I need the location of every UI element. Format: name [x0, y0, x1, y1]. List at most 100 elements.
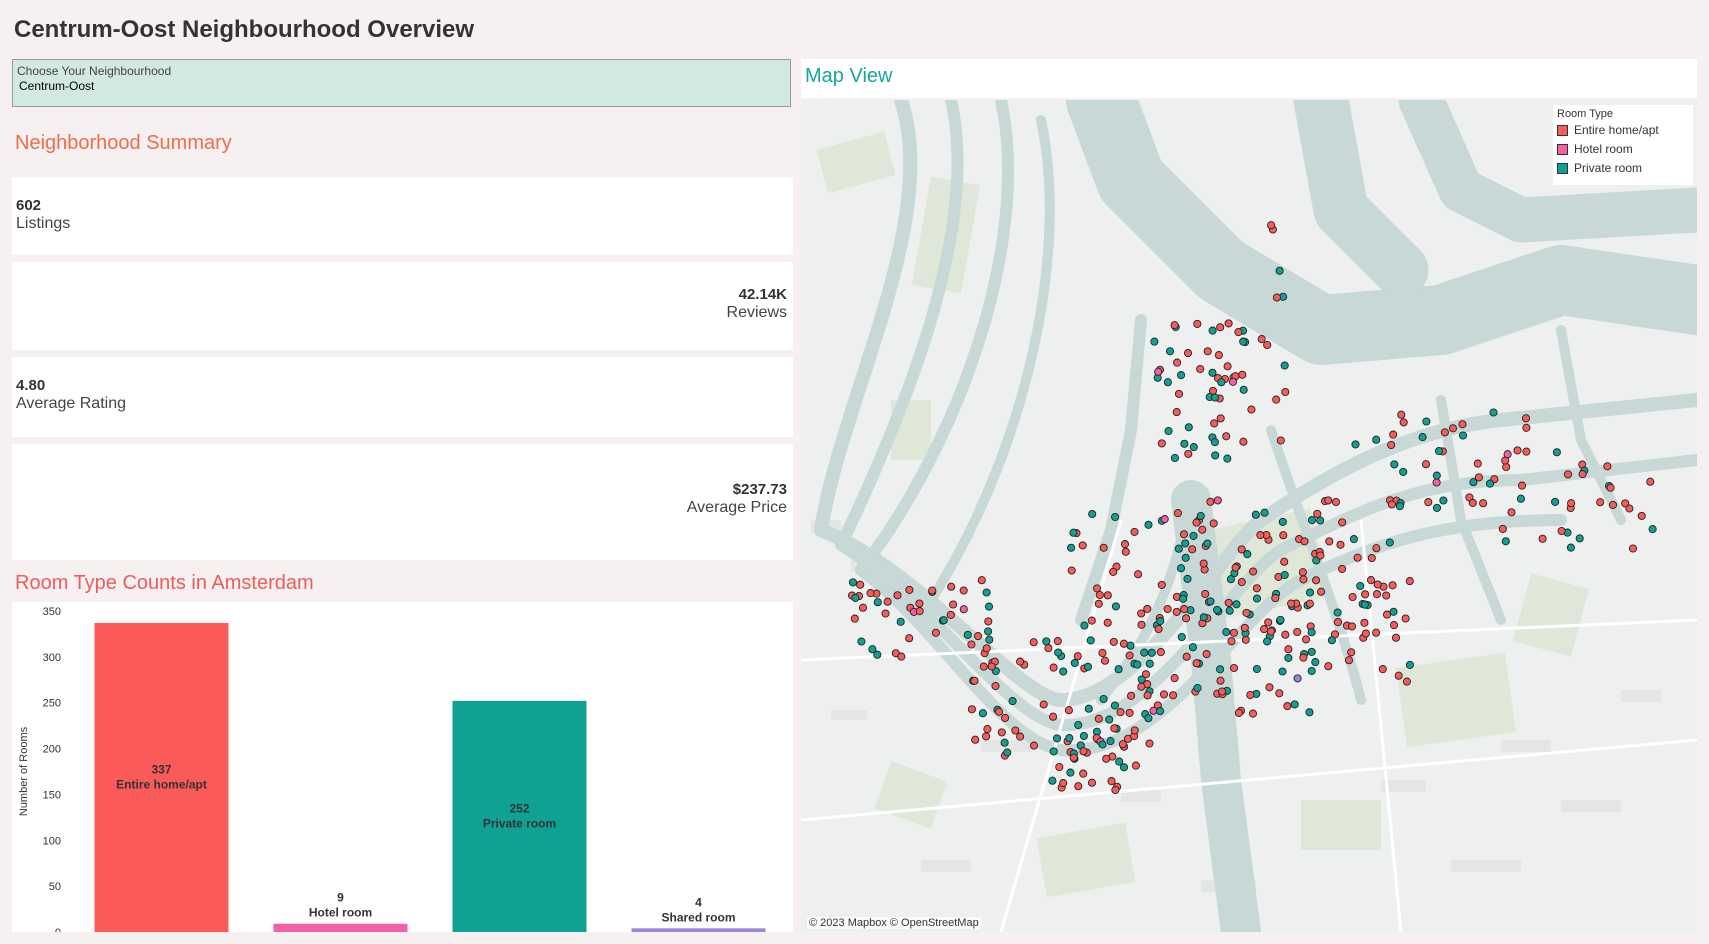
- listing-point[interactable]: [984, 617, 993, 626]
- listing-point[interactable]: [1578, 470, 1587, 479]
- listing-point[interactable]: [1216, 414, 1225, 423]
- listing-point[interactable]: [1003, 748, 1012, 757]
- listing-point[interactable]: [1229, 663, 1239, 673]
- listing-point[interactable]: [1434, 446, 1444, 456]
- listing-point[interactable]: [1174, 389, 1184, 398]
- listing-point[interactable]: [1154, 367, 1163, 376]
- listing-point[interactable]: [1218, 687, 1227, 696]
- listing-point[interactable]: [1116, 708, 1125, 717]
- listing-point[interactable]: [1557, 526, 1566, 536]
- listing-point[interactable]: [1338, 564, 1347, 573]
- listing-point[interactable]: [1083, 662, 1093, 671]
- listing-point[interactable]: [1348, 592, 1357, 602]
- listing-point[interactable]: [971, 735, 980, 744]
- listing-point[interactable]: [1227, 637, 1236, 646]
- listing-point[interactable]: [1184, 423, 1193, 432]
- listing-point[interactable]: [896, 617, 905, 626]
- listing-point[interactable]: [1111, 602, 1120, 611]
- listing-point[interactable]: [1181, 553, 1190, 562]
- listing-point[interactable]: [1103, 591, 1112, 600]
- listing-point[interactable]: [1395, 502, 1404, 511]
- listing-point[interactable]: [1069, 753, 1078, 762]
- listing-point[interactable]: [1264, 618, 1273, 627]
- listing-point[interactable]: [1120, 540, 1130, 549]
- listing-point[interactable]: [1176, 564, 1186, 573]
- listing-point[interactable]: [915, 607, 924, 616]
- listing-point[interactable]: [1049, 712, 1058, 721]
- listing-point[interactable]: [1189, 531, 1198, 540]
- listing-point[interactable]: [1216, 676, 1225, 685]
- listing-point[interactable]: [1256, 531, 1265, 540]
- listing-point[interactable]: [1298, 568, 1307, 577]
- listing-point[interactable]: [1336, 540, 1345, 549]
- listing-point[interactable]: [1238, 370, 1247, 379]
- listing-point[interactable]: [928, 586, 937, 595]
- listing-point[interactable]: [1307, 647, 1316, 656]
- listing-point[interactable]: [982, 732, 991, 741]
- listing-point[interactable]: [1079, 769, 1088, 778]
- listing-point[interactable]: [1501, 537, 1510, 546]
- listing-point[interactable]: [1367, 553, 1376, 563]
- listing-point[interactable]: [1353, 553, 1362, 562]
- listing-point[interactable]: [1424, 498, 1433, 507]
- listing-point[interactable]: [1188, 545, 1197, 554]
- listing-point[interactable]: [1305, 708, 1314, 717]
- listing-point[interactable]: [1373, 580, 1382, 589]
- listing-point[interactable]: [1266, 627, 1275, 636]
- listing-point[interactable]: [959, 586, 968, 595]
- listing-point[interactable]: [1225, 606, 1234, 615]
- listing-point[interactable]: [1064, 706, 1073, 715]
- listing-point[interactable]: [1234, 708, 1243, 717]
- listing-point[interactable]: [1237, 577, 1246, 587]
- listing-point[interactable]: [1198, 525, 1207, 534]
- listing-point[interactable]: [1170, 453, 1179, 463]
- listing-point[interactable]: [1147, 648, 1156, 657]
- listing-point[interactable]: [1177, 371, 1186, 380]
- listing-point[interactable]: [931, 628, 940, 637]
- listing-point[interactable]: [1222, 627, 1231, 637]
- listing-point[interactable]: [1440, 428, 1449, 437]
- listing-point[interactable]: [1094, 599, 1103, 608]
- listing-point[interactable]: [1199, 559, 1208, 568]
- listing-point[interactable]: [1074, 720, 1083, 730]
- listing-point[interactable]: [1522, 423, 1531, 432]
- listing-point[interactable]: [1130, 726, 1139, 735]
- listing-point[interactable]: [1059, 667, 1068, 676]
- listing-point[interactable]: [1325, 537, 1334, 546]
- listing-point[interactable]: [1114, 665, 1123, 674]
- listing-point[interactable]: [1196, 364, 1205, 374]
- listing-point[interactable]: [1521, 414, 1531, 423]
- listing-point[interactable]: [1149, 706, 1158, 715]
- listing-point[interactable]: [1210, 438, 1219, 447]
- bar-shared-room[interactable]: [631, 928, 766, 933]
- listing-point[interactable]: [1067, 543, 1076, 552]
- listing-point[interactable]: [977, 576, 986, 585]
- listing-point[interactable]: [1088, 509, 1097, 519]
- listing-point[interactable]: [1382, 610, 1392, 619]
- listing-point[interactable]: [1241, 635, 1250, 644]
- listing-point[interactable]: [979, 662, 988, 671]
- listing-point[interactable]: [1317, 587, 1326, 596]
- listing-point[interactable]: [1102, 754, 1111, 763]
- filter-value[interactable]: Centrum-Oost: [19, 79, 94, 93]
- listing-point[interactable]: [1239, 337, 1248, 346]
- listing-point[interactable]: [1299, 653, 1308, 662]
- listing-point[interactable]: [1281, 630, 1290, 639]
- legend-item-hotel-room[interactable]: Hotel room: [1557, 141, 1633, 157]
- listing-point[interactable]: [1106, 737, 1115, 746]
- listing-point[interactable]: [1066, 768, 1075, 777]
- listing-point[interactable]: [1179, 530, 1189, 539]
- listing-point[interactable]: [1216, 665, 1225, 674]
- listing-point[interactable]: [1180, 605, 1189, 614]
- listing-point[interactable]: [1183, 574, 1192, 583]
- listing-point[interactable]: [987, 662, 996, 671]
- listing-point[interactable]: [1372, 435, 1381, 444]
- listing-point[interactable]: [1290, 700, 1299, 709]
- listing-point[interactable]: [1008, 697, 1017, 706]
- listing-point[interactable]: [1098, 740, 1107, 749]
- listing-point[interactable]: [1372, 590, 1382, 599]
- listing-point[interactable]: [1206, 597, 1215, 606]
- listing-point[interactable]: [1606, 483, 1615, 492]
- listing-point[interactable]: [1073, 652, 1082, 661]
- listing-point[interactable]: [1217, 378, 1226, 387]
